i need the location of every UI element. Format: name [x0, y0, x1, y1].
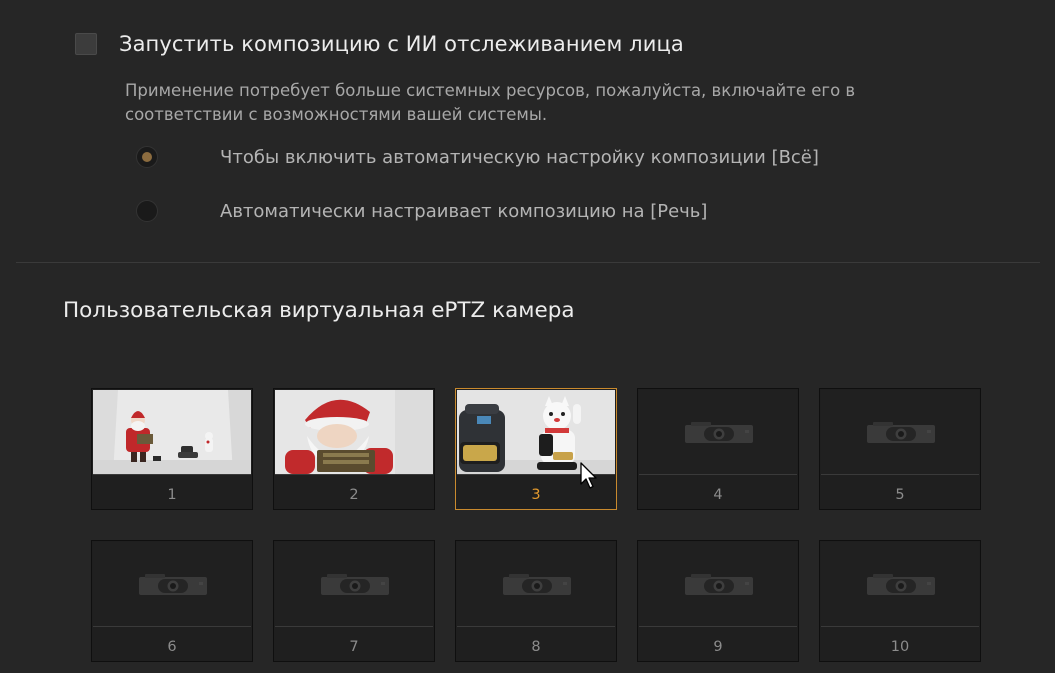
- face-tracking-option[interactable]: Запустить композицию с ИИ отслеживанием …: [75, 32, 684, 56]
- preset-thumbnail-empty: [457, 542, 615, 626]
- preset-thumbnail: [93, 390, 251, 474]
- preset-thumbnail-empty: [93, 542, 251, 626]
- eptz-preset-7[interactable]: 7: [273, 540, 435, 662]
- preset-thumbnail: [275, 390, 433, 474]
- camera-icon: [685, 573, 753, 599]
- camera-icon: [503, 573, 571, 599]
- preset-number: 5: [895, 487, 905, 503]
- eptz-preset-5[interactable]: 5: [819, 388, 981, 510]
- preset-number: 4: [713, 487, 723, 503]
- preset-thumbnail-empty: [821, 390, 979, 474]
- preset-thumbnail-empty: [275, 542, 433, 626]
- radio-label-speech: Автоматически настраивает композицию на …: [220, 200, 708, 222]
- preset-number: 6: [167, 639, 177, 655]
- santa-closeup-thumbnail: [275, 390, 433, 474]
- preset-number: 7: [349, 639, 359, 655]
- radio-label-all: Чтобы включить автоматическую настройку …: [220, 146, 819, 168]
- section-divider: [16, 262, 1040, 263]
- eptz-preset-3[interactable]: 3: [455, 388, 617, 510]
- preset-number: 2: [349, 487, 359, 503]
- camera-icon: [139, 573, 207, 599]
- preset-number: 8: [531, 639, 541, 655]
- radio-option-speech[interactable]: Автоматически настраивает композицию на …: [136, 200, 707, 222]
- mouse-cursor-icon: [580, 462, 597, 489]
- eptz-preset-2[interactable]: 2: [273, 388, 435, 510]
- preset-number: 9: [713, 639, 723, 655]
- camera-icon: [685, 421, 753, 447]
- eptz-preset-6[interactable]: 6: [91, 540, 253, 662]
- camera-icon: [867, 421, 935, 447]
- radio-button-all[interactable]: [136, 146, 158, 168]
- eptz-preset-8[interactable]: 8: [455, 540, 617, 662]
- eptz-preset-9[interactable]: 9: [637, 540, 799, 662]
- camera-icon: [321, 573, 389, 599]
- preset-thumbnail-empty: [639, 390, 797, 474]
- eptz-preset-1[interactable]: 1: [91, 388, 253, 510]
- preset-thumbnail-empty: [821, 542, 979, 626]
- face-tracking-label: Запустить композицию с ИИ отслеживанием …: [119, 32, 684, 56]
- preset-number: 1: [167, 487, 177, 503]
- face-tracking-checkbox[interactable]: [75, 33, 97, 55]
- camera-icon: [867, 573, 935, 599]
- eptz-section-title: Пользовательская виртуальная ePTZ камера: [63, 298, 575, 323]
- santa-wide-thumbnail: [93, 390, 251, 474]
- eptz-preset-4[interactable]: 4: [637, 388, 799, 510]
- radio-button-speech[interactable]: [136, 200, 158, 222]
- face-tracking-description: Применение потребует больше системных ре…: [125, 81, 856, 124]
- radio-option-all[interactable]: Чтобы включить автоматическую настройку …: [136, 146, 819, 168]
- eptz-preset-10[interactable]: 10: [819, 540, 981, 662]
- preset-number: 10: [890, 639, 910, 655]
- preset-thumbnail-empty: [639, 542, 797, 626]
